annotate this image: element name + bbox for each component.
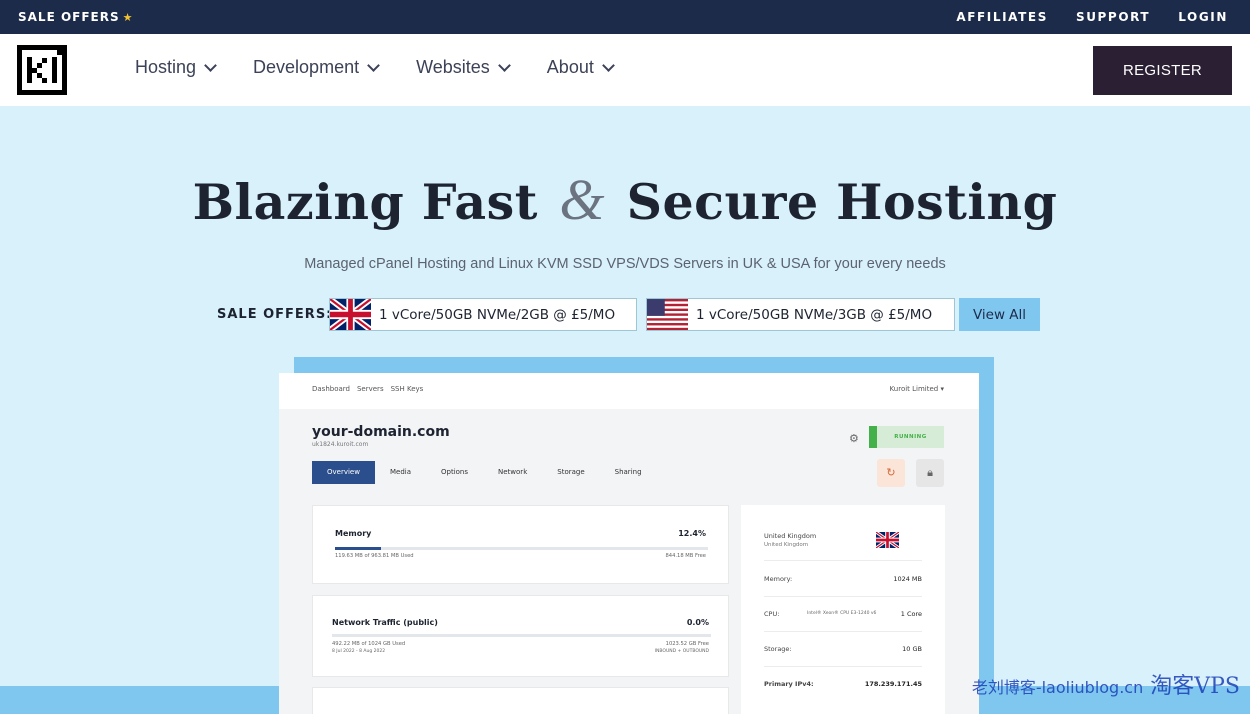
mockup-nav-ssh-keys: SSH Keys: [390, 385, 424, 393]
nav-item-about[interactable]: About: [546, 57, 615, 78]
chevron-down-icon: [601, 58, 615, 72]
nav-label: Development: [253, 57, 360, 77]
support-link[interactable]: SUPPORT: [1076, 10, 1150, 24]
info-memory-label: Memory:: [764, 575, 793, 583]
divider: [764, 596, 922, 597]
sale-offers-link[interactable]: SALE OFFERS ★: [18, 10, 134, 24]
uk-flag-icon: [876, 532, 899, 548]
lock-icon: 🔒︎: [916, 459, 944, 487]
logo-icon: [17, 45, 67, 95]
dashboard-mockup: Dashboard Servers SSH Keys Kuroit Limite…: [279, 373, 979, 714]
info-ipv4-value: 178.239.171.45: [864, 680, 922, 688]
mockup-tab-sharing: Sharing: [614, 468, 642, 476]
title-part-1: Blazing Fast: [192, 173, 538, 231]
top-bar: SALE OFFERS ★ AFFILIATES SUPPORT LOGIN: [0, 0, 1250, 34]
star-icon: ★: [122, 11, 134, 24]
title-part-2: Secure Hosting: [626, 173, 1058, 231]
mockup-tab-options: Options: [441, 468, 469, 476]
nav-item-development[interactable]: Development: [253, 57, 380, 78]
nav-item-websites[interactable]: Websites: [416, 57, 511, 78]
network-card: Network Traffic (public) 0.0% 492.22 MB …: [312, 595, 729, 677]
info-cpu-value: 1 Core: [900, 610, 922, 618]
watermark-overlay: 淘客VPS: [1150, 674, 1240, 699]
uk-offer-text: 1 vCore/50GB NVMe/2GB @ £5/MO: [379, 306, 616, 323]
us-offer[interactable]: 1 vCore/50GB NVMe/3GB @ £5/MO: [646, 298, 955, 331]
sale-offers-heading: SALE OFFERS:: [217, 307, 333, 322]
nav-item-hosting[interactable]: Hosting: [135, 57, 217, 78]
divider: [764, 666, 922, 667]
uk-offer[interactable]: 1 vCore/50GB NVMe/2GB @ £5/MO: [329, 298, 637, 331]
view-all-button[interactable]: View All: [959, 298, 1040, 331]
uk-flag-icon: [330, 299, 371, 330]
restart-icon: ↻: [877, 459, 905, 487]
hero-subtitle: Managed cPanel Hosting and Linux KVM SSD…: [304, 256, 946, 272]
mockup-tab-storage: Storage: [557, 468, 585, 476]
memory-bar-fill: [335, 547, 382, 550]
info-ipv4-label: Primary IPv4:: [764, 680, 814, 688]
nav-label: Hosting: [135, 57, 197, 77]
memory-used: 119.63 MB of 963.81 MB Used: [335, 553, 414, 559]
mockup-nav-servers: Servers: [356, 385, 384, 393]
network-title: Network Traffic (public): [332, 618, 438, 627]
info-storage-row: Storage: 10 GB: [764, 645, 922, 653]
info-ipv4-row: Primary IPv4: 178.239.171.45: [764, 680, 922, 688]
login-link[interactable]: LOGIN: [1178, 10, 1228, 24]
affiliates-link[interactable]: AFFILIATES: [956, 10, 1048, 24]
sale-offers-row: SALE OFFERS: 1 vCore/50GB NVMe/2GB @ £5/…: [0, 298, 1250, 331]
memory-title: Memory: [335, 529, 372, 538]
mockup-topbar: Dashboard Servers SSH Keys Kuroit Limite…: [279, 373, 979, 409]
memory-card: Memory 12.4% 119.63 MB of 963.81 MB Used…: [312, 505, 729, 584]
register-button[interactable]: REGISTER: [1093, 46, 1232, 95]
mockup-tabs: Overview Media Options Network Storage S…: [312, 461, 657, 484]
network-direction: INBOUND + OUTBOUND: [654, 649, 709, 654]
server-info-card: United Kingdom United Kingdom Memory: 102…: [741, 505, 945, 714]
info-memory-value: 1024 MB: [893, 575, 922, 583]
nav-label: Websites: [416, 57, 490, 77]
mockup-domain: your-domain.com: [312, 424, 450, 440]
network-free: 1023.52 GB Free: [665, 641, 709, 647]
mockup-nav-dashboard: Dashboard: [312, 385, 350, 393]
sale-offers-label: SALE OFFERS: [18, 10, 120, 24]
info-cpu-label: CPU:: [764, 610, 780, 618]
mockup-subdomain: uk1824.kuroit.com: [312, 441, 369, 448]
next-card: [312, 687, 729, 714]
memory-percent: 12.4%: [678, 529, 706, 538]
us-offer-text: 1 vCore/50GB NVMe/3GB @ £5/MO: [696, 306, 933, 323]
status-badge: RUNNING: [869, 426, 944, 448]
chevron-down-icon: [497, 58, 511, 72]
mockup-nav: Dashboard Servers SSH Keys: [312, 385, 423, 393]
mockup-account: Kuroit Limited ▾: [889, 385, 944, 393]
gear-icon: ⚙: [849, 432, 859, 445]
info-storage-label: Storage:: [764, 645, 792, 653]
info-cpu-row: CPU: Intel® Xeon® CPU E3-1240 v6 1 Core: [764, 610, 922, 618]
mockup-tab-overview: Overview: [312, 461, 375, 484]
network-percent: 0.0%: [686, 618, 709, 627]
nav-label: About: [546, 57, 594, 77]
watermark: 老刘博客-laoliublog.cn 淘客VPS: [972, 668, 1240, 700]
main-nav: Hosting Development Websites About REGIS…: [0, 34, 1250, 106]
watermark-text: 老刘博客-laoliublog.cn: [971, 678, 1144, 697]
network-used: 492.22 MB of 1024 GB Used: [332, 641, 406, 647]
divider: [764, 631, 922, 632]
mockup-tab-network: Network: [498, 468, 528, 476]
info-cpu-model: Intel® Xeon® CPU E3-1240 v6: [807, 611, 877, 616]
memory-free: 844.18 MB Free: [665, 553, 707, 559]
mockup-tab-media: Media: [389, 468, 411, 476]
top-links: AFFILIATES SUPPORT LOGIN: [956, 10, 1228, 24]
network-bar: [332, 634, 711, 637]
info-storage-value: 10 GB: [902, 645, 922, 653]
kuroit-logo[interactable]: [17, 45, 67, 95]
chevron-down-icon: [204, 58, 217, 72]
info-memory-row: Memory: 1024 MB: [764, 575, 922, 583]
nav-menu: Hosting Development Websites About: [135, 57, 615, 78]
divider: [764, 560, 922, 561]
network-period: 8 Jul 2022 - 8 Aug 2022: [332, 649, 386, 654]
hero-title: Blazing Fast & Secure Hosting: [0, 166, 1250, 233]
title-ampersand: &: [559, 167, 606, 232]
us-flag-icon: [647, 299, 688, 330]
chevron-down-icon: [367, 58, 380, 72]
memory-bar: [335, 547, 708, 550]
